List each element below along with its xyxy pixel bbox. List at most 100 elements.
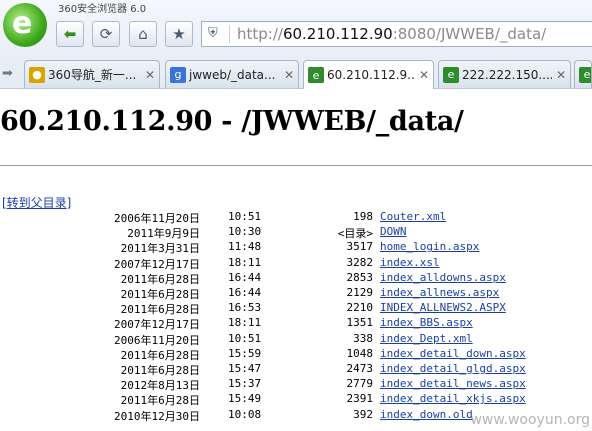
entry-time: 16:44 <box>228 270 262 284</box>
listing-row: 2011年6月28日 15:49 2391 index_detail_xkjs.asp… <box>0 392 592 407</box>
entry-time: 15:47 <box>228 362 262 375</box>
back-button[interactable]: ⬅ <box>56 21 84 47</box>
app-title: 360安全浏览器 6.0 <box>58 4 147 15</box>
tab-partial[interactable]: e <box>574 60 592 88</box>
watermark: www.wooyun.org <box>470 412 590 428</box>
listing-row: 2007年12月17日 18:11 1351 index_BBS.aspx <box>0 316 592 331</box>
divider <box>0 165 592 166</box>
entry-link[interactable]: INDEX_ALLNEWS2.ASPX <box>380 301 506 314</box>
favorite-button[interactable]: ★ <box>165 21 193 47</box>
entry-size: 2129 <box>346 286 374 299</box>
close-icon[interactable]: ✕ <box>556 68 566 82</box>
entry-size: 3517 <box>346 240 374 254</box>
address-divider <box>229 25 230 43</box>
page-icon: e <box>308 67 324 83</box>
entry-date: 2011年6月28日 <box>120 348 200 362</box>
entry-link[interactable]: index_Dept.xml <box>380 332 473 345</box>
url-scheme: http:// <box>237 25 283 43</box>
entry-link[interactable]: index_alldowns.aspx <box>380 271 506 284</box>
listing-row: 2006年11月20日 10:51 198 Couter.xml <box>0 210 592 225</box>
entry-date: 2006年11月20日 <box>114 333 200 347</box>
entry-time: 10:51 <box>228 210 262 223</box>
entry-time: 15:37 <box>228 377 262 391</box>
url-text[interactable]: http://60.210.112.90:8080/JWWEB/_data/ <box>237 25 546 43</box>
listing-row: 2011年6月28日 15:59 1048 index_detail_down.asp… <box>0 347 592 362</box>
entry-date: 2011年6月28日 <box>120 394 200 408</box>
close-icon[interactable]: ✕ <box>284 68 294 82</box>
listing-row: 2006年11月20日 10:51 338 index_Dept.xml <box>0 332 592 347</box>
entry-size: 392 <box>353 407 373 421</box>
url-host: 60.210.112.90 <box>282 25 393 43</box>
entry-time: 15:49 <box>228 392 262 406</box>
listing-row: 2011年6月28日 16:53 2210 INDEX_ALLNEWS2.ASPX <box>0 301 592 316</box>
close-icon[interactable]: ✕ <box>419 68 429 82</box>
entry-date: 2007年12月17日 <box>114 318 200 332</box>
entry-size: 2853 <box>346 270 374 284</box>
entry-date: 2011年6月28日 <box>120 288 200 301</box>
close-icon[interactable]: ✕ <box>145 68 155 82</box>
entry-link[interactable]: index_detail_news.aspx <box>380 377 526 390</box>
tab-222[interactable]: e 222.222.150.... ✕ <box>438 60 571 88</box>
listing-row: 2011年3月31日 11:48 3517 home_login.aspx <box>0 240 592 255</box>
entry-date: 2011年3月31日 <box>120 242 200 256</box>
entry-time: 10:51 <box>228 331 262 345</box>
browser-chrome: e 360安全浏览器 6.0 ⬅ ⟳ ⌂ ★ ⛨ http://60.210.1… <box>0 0 592 89</box>
google-icon: g <box>170 66 186 83</box>
entry-time: 16:53 <box>228 301 262 315</box>
entry-link[interactable]: index_down.old <box>380 408 473 421</box>
entry-date: 2006年11月20日 <box>114 212 200 225</box>
page-icon: e <box>579 66 591 83</box>
tab-label: 222.222.150.... <box>462 67 552 82</box>
tab-360-nav[interactable]: ● 360导航_新一... ✕ <box>24 60 160 88</box>
entry-size: 2391 <box>346 392 374 406</box>
entry-date: 2011年6月28日 <box>120 272 200 286</box>
home-button[interactable]: ⌂ <box>129 21 157 47</box>
tab-label: 360导航_新一... <box>48 68 137 82</box>
entry-date: 2007年12月17日 <box>114 257 200 271</box>
entry-size: 3282 <box>346 255 374 269</box>
entry-time: 18:11 <box>228 255 262 269</box>
entry-date: 2011年6月28日 <box>120 364 200 377</box>
entry-link[interactable]: Couter.xml <box>380 210 446 223</box>
entry-size: 2779 <box>346 377 374 391</box>
entry-size: 2473 <box>346 362 374 375</box>
listing-row: 2011年9月9日 10:30 <目录> DOWN <box>0 225 592 240</box>
entry-link[interactable]: index_detail_xkjs.aspx <box>380 392 526 405</box>
page-title: 60.210.112.90 - /JWWEB/_data/ <box>0 106 464 137</box>
entry-date: 2012年8月13日 <box>120 379 200 393</box>
refresh-icon: ⟳ <box>99 24 113 43</box>
entry-size: 1048 <box>346 346 374 360</box>
entry-time: 15:59 <box>228 346 262 360</box>
page-content: 60.210.112.90 - /JWWEB/_data/ [转到父目录] 20… <box>0 89 592 431</box>
entry-link[interactable]: index_BBS.aspx <box>380 316 473 329</box>
shield-icon: ⛨ <box>208 26 218 41</box>
listing-row: 2012年8月13日 15:37 2779 index_detail_news.asp… <box>0 377 592 392</box>
listing-row: 2011年6月28日 15:47 2473 index_detail_glgd.asp… <box>0 362 592 377</box>
tab-active-listing[interactable]: e 60.210.112.9... ✕ <box>303 60 434 89</box>
entry-link[interactable]: index.xsl <box>380 256 440 269</box>
home-icon: ⌂ <box>138 24 148 43</box>
entry-size: <目录> <box>337 227 373 241</box>
entry-link[interactable]: index_allnews.aspx <box>380 286 499 299</box>
listing-row: 2007年12月17日 18:11 3282 index.xsl <box>0 256 592 271</box>
refresh-button[interactable]: ⟳ <box>92 21 120 47</box>
entry-link[interactable]: home_login.aspx <box>380 240 479 253</box>
entry-link[interactable]: index_detail_down.aspx <box>380 347 526 360</box>
entry-link[interactable]: index_detail_glgd.aspx <box>380 362 526 375</box>
tab-strip: ● 360导航_新一... ✕ g jwweb/_data... ✕ e 60.… <box>0 60 592 89</box>
entry-time: 11:48 <box>228 240 262 254</box>
entry-size: 198 <box>353 210 373 223</box>
entry-time: 16:44 <box>228 286 262 299</box>
entry-link[interactable]: DOWN <box>380 225 407 238</box>
listing-row: 2011年6月28日 16:44 2853 index_alldowns.aspx <box>0 271 592 286</box>
browser-logo-icon: e <box>3 3 47 47</box>
star-icon: ★ <box>172 24 186 43</box>
tab-label: 60.210.112.9... <box>327 68 415 82</box>
address-bar[interactable]: ⛨ http://60.210.112.90:8080/JWWEB/_data/ <box>201 21 592 47</box>
entry-size: 338 <box>353 331 373 345</box>
entry-date: 2011年9月9日 <box>127 227 200 241</box>
entry-size: 2210 <box>346 301 374 315</box>
arrow-left-icon: ⬅ <box>63 24 77 43</box>
tab-google[interactable]: g jwweb/_data... ✕ <box>165 60 299 88</box>
parent-directory-link[interactable]: [转到父目录] <box>2 194 71 211</box>
